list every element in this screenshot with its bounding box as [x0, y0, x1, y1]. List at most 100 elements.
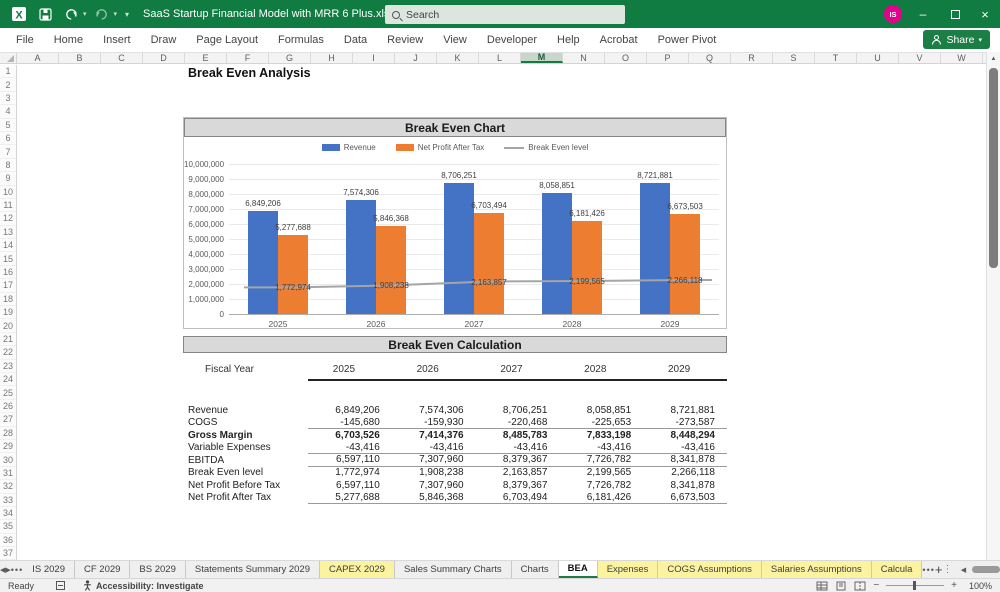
cell-value[interactable]: 6,673,503 — [643, 492, 727, 503]
column-header-T[interactable]: T — [815, 53, 857, 63]
zoom-slider-thumb[interactable] — [913, 581, 916, 590]
cell-value[interactable]: 7,726,782 — [559, 480, 643, 491]
column-header-A[interactable]: A — [17, 53, 59, 63]
row-header-3[interactable]: 3 — [0, 92, 16, 105]
year-header-2029[interactable]: 2029 — [643, 364, 727, 379]
sheet-tab-sales-summary-charts[interactable]: Sales Summary Charts — [395, 561, 512, 578]
year-header-2026[interactable]: 2026 — [392, 364, 476, 379]
cell-value[interactable]: 8,485,783 — [476, 430, 560, 441]
accessibility-button[interactable]: Accessibility: Investigate — [83, 580, 204, 591]
row-header-12[interactable]: 12 — [0, 212, 16, 225]
row-header-1[interactable]: 1 — [0, 65, 16, 78]
undo-dropdown-icon[interactable]: ▾ — [83, 10, 87, 18]
row-label[interactable]: Net Profit After Tax — [183, 492, 308, 503]
row-header-32[interactable]: 32 — [0, 480, 16, 493]
sheet-tab-calcula[interactable]: Calcula — [872, 561, 923, 578]
column-header-H[interactable]: H — [311, 53, 353, 63]
close-button[interactable]: × — [970, 0, 1000, 28]
ribbon-tab-developer[interactable]: Developer — [477, 30, 547, 50]
cell-value[interactable]: -43,416 — [476, 442, 560, 453]
search-input[interactable] — [406, 9, 606, 21]
row-header-25[interactable]: 25 — [0, 386, 16, 399]
cell-value[interactable]: 8,341,878 — [643, 480, 727, 491]
cell-value[interactable]: 6,597,110 — [308, 454, 392, 465]
row-header-35[interactable]: 35 — [0, 520, 16, 533]
row-header-17[interactable]: 17 — [0, 279, 16, 292]
row-header-10[interactable]: 10 — [0, 186, 16, 199]
cell-value[interactable]: -159,930 — [392, 417, 476, 428]
row-header-2[interactable]: 2 — [0, 78, 16, 91]
sheet-tab-cogs-assumptions[interactable]: COGS Assumptions — [658, 561, 761, 578]
row-header-31[interactable]: 31 — [0, 467, 16, 480]
ribbon-tab-acrobat[interactable]: Acrobat — [590, 30, 648, 50]
row-label[interactable]: Revenue — [183, 405, 308, 416]
select-all-corner[interactable] — [0, 53, 17, 63]
sheet-tab-capex-2029[interactable]: CAPEX 2029 — [320, 561, 395, 578]
ribbon-tab-view[interactable]: View — [433, 30, 477, 50]
cell-value[interactable]: 5,846,368 — [392, 492, 476, 503]
zoom-slider[interactable] — [886, 585, 944, 586]
column-header-W[interactable]: W — [941, 53, 983, 63]
minimize-button[interactable]: – — [908, 0, 938, 28]
cell-value[interactable]: -273,587 — [643, 417, 727, 428]
cell-value[interactable]: 7,307,960 — [392, 480, 476, 491]
row-header-33[interactable]: 33 — [0, 494, 16, 507]
row-header-8[interactable]: 8 — [0, 159, 16, 172]
cell-value[interactable]: 8,706,251 — [476, 405, 560, 416]
row-header-36[interactable]: 36 — [0, 534, 16, 547]
vertical-scroll-thumb[interactable] — [989, 68, 998, 268]
column-header-C[interactable]: C — [101, 53, 143, 63]
column-header-F[interactable]: F — [227, 53, 269, 63]
cell-value[interactable]: 6,703,494 — [476, 492, 560, 503]
row-header-22[interactable]: 22 — [0, 346, 16, 359]
hscroll-left-icon[interactable]: ◀ — [958, 566, 968, 574]
column-header-I[interactable]: I — [353, 53, 395, 63]
search-box[interactable] — [385, 5, 625, 24]
restore-button[interactable] — [940, 0, 970, 28]
cell-value[interactable]: 1,908,238 — [392, 467, 476, 478]
cell-value[interactable]: 2,199,565 — [559, 467, 643, 478]
sheet-tab-bs-2029[interactable]: BS 2029 — [130, 561, 185, 578]
cell-value[interactable]: 6,181,426 — [559, 492, 643, 503]
ribbon-tab-insert[interactable]: Insert — [93, 30, 141, 50]
ribbon-tab-formulas[interactable]: Formulas — [268, 30, 334, 50]
row-header-11[interactable]: 11 — [0, 199, 16, 212]
row-header-14[interactable]: 14 — [0, 239, 16, 252]
row-header-34[interactable]: 34 — [0, 507, 16, 520]
row-label[interactable]: Net Profit Before Tax — [183, 480, 308, 491]
row-label[interactable]: COGS — [183, 417, 308, 428]
cell-value[interactable]: 1,772,974 — [308, 467, 392, 478]
sheet-tab-cf-2029[interactable]: CF 2029 — [75, 561, 130, 578]
row-header-18[interactable]: 18 — [0, 293, 16, 306]
page-break-view-icon[interactable] — [854, 581, 866, 591]
scroll-up-icon[interactable]: ▲ — [987, 52, 1000, 65]
cell-value[interactable]: 8,379,367 — [476, 454, 560, 465]
row-header-26[interactable]: 26 — [0, 400, 16, 413]
row-header-28[interactable]: 28 — [0, 427, 16, 440]
redo-dropdown-icon[interactable]: ▾ — [114, 10, 118, 18]
redo-icon[interactable] — [91, 4, 113, 24]
row-header-20[interactable]: 20 — [0, 319, 16, 332]
column-header-L[interactable]: L — [479, 53, 521, 63]
row-label[interactable]: Break Even level — [183, 467, 308, 478]
fiscal-year-label[interactable]: Fiscal Year — [183, 364, 308, 381]
ribbon-tab-data[interactable]: Data — [334, 30, 377, 50]
vertical-scrollbar[interactable]: ▲ — [986, 52, 1000, 560]
column-header-S[interactable]: S — [773, 53, 815, 63]
break-even-chart[interactable]: Break Even Chart RevenueNet Profit After… — [183, 117, 727, 329]
cell-value[interactable]: -145,680 — [308, 417, 392, 428]
row-header-5[interactable]: 5 — [0, 119, 16, 132]
row-header-15[interactable]: 15 — [0, 252, 16, 265]
normal-view-icon[interactable] — [816, 581, 828, 591]
page-layout-view-icon[interactable] — [835, 581, 847, 591]
ribbon-tab-draw[interactable]: Draw — [141, 30, 187, 50]
cell-value[interactable]: 7,833,198 — [559, 430, 643, 441]
column-header-B[interactable]: B — [59, 53, 101, 63]
cell-value[interactable]: 6,703,526 — [308, 430, 392, 441]
sheet-tab-statements-summary-2029[interactable]: Statements Summary 2029 — [186, 561, 320, 578]
cell-value[interactable]: -43,416 — [308, 442, 392, 453]
column-header-G[interactable]: G — [269, 53, 311, 63]
cell-value[interactable]: 8,379,367 — [476, 480, 560, 491]
row-label[interactable]: Gross Margin — [183, 430, 308, 441]
cell-value[interactable]: 6,849,206 — [308, 405, 392, 416]
